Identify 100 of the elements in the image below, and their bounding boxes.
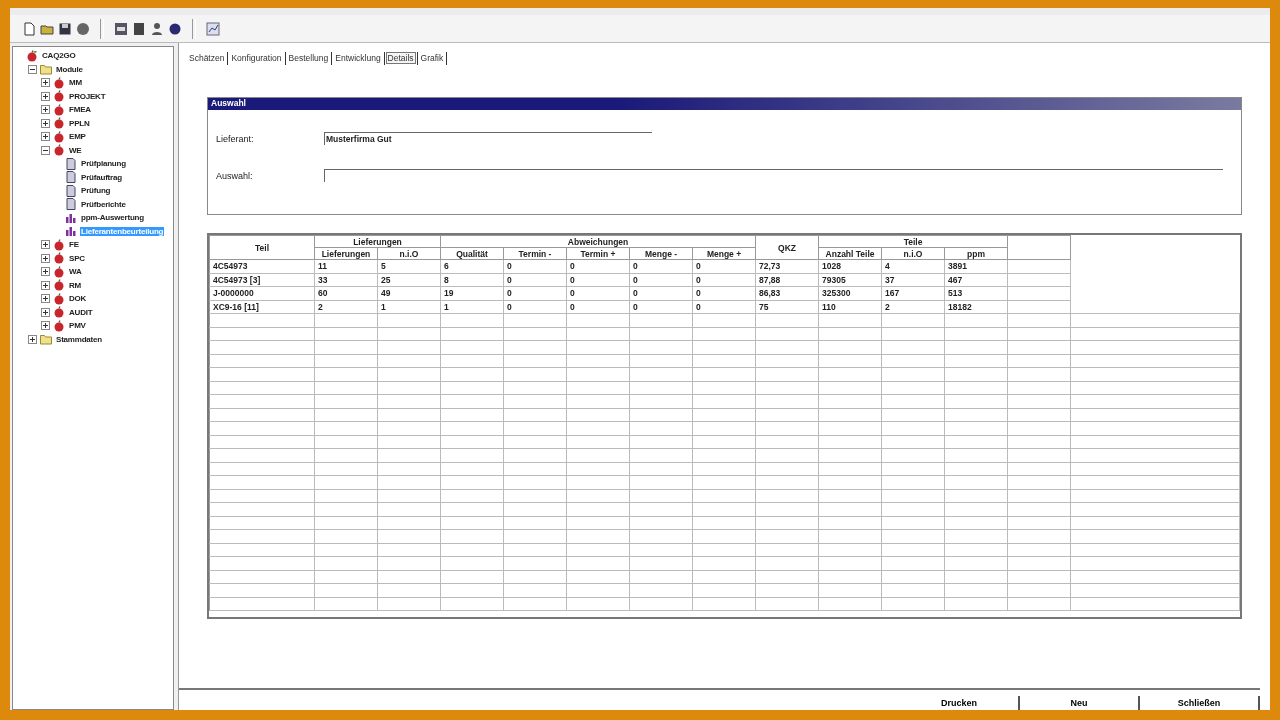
table-cell: 325300 — [818, 286, 882, 300]
table-cell: 60 — [314, 286, 378, 300]
column-header: Termin - — [503, 247, 567, 260]
tab[interactable]: Entwicklung — [333, 52, 383, 64]
input-field[interactable] — [324, 169, 1223, 182]
apple-icon — [53, 306, 65, 319]
table-cell: 86,83 — [755, 286, 819, 300]
tree-item[interactable]: WE — [68, 145, 83, 155]
column-group-header: Teile — [818, 235, 1008, 248]
table-cell: 6 — [440, 259, 504, 273]
tree-item[interactable]: MM — [68, 78, 83, 88]
save-icon[interactable] — [58, 21, 72, 36]
tab[interactable]: Konfiguration — [229, 52, 284, 64]
table-cell: XC9-16 [11] — [209, 300, 315, 314]
tree-item[interactable]: PPLN — [68, 118, 91, 128]
apple-icon — [53, 130, 65, 143]
tree-item[interactable]: CAQ2GO — [41, 51, 77, 61]
expander-icon[interactable] — [28, 334, 37, 344]
apple-icon — [53, 76, 65, 89]
expander-icon[interactable] — [41, 118, 50, 128]
tree-item[interactable]: AUDIT — [68, 307, 94, 317]
tree-item[interactable]: SPC — [68, 253, 86, 263]
expander-icon[interactable] — [41, 321, 50, 331]
tree-item[interactable]: PROJEKT — [68, 91, 107, 101]
tree-item[interactable]: ppm-Auswertung — [80, 213, 145, 223]
tree-item[interactable]: FMEA — [68, 105, 92, 115]
table-cell: 2 — [314, 300, 378, 314]
column-group-header: Abweichungen — [440, 235, 756, 248]
expander-icon[interactable] — [41, 307, 50, 317]
expander-icon[interactable] — [28, 64, 37, 74]
table-cell: 79305 — [818, 273, 882, 287]
table-cell: 0 — [503, 259, 567, 273]
table-cell: 110 — [818, 300, 882, 314]
tree-item[interactable]: EMP — [68, 132, 87, 142]
tab[interactable]: Grafik — [418, 52, 446, 64]
expander-icon[interactable] — [41, 145, 50, 155]
column-header: Menge - — [629, 247, 693, 260]
tree-item[interactable]: Prüfplanung — [80, 159, 127, 169]
action-button[interactable]: Schließen — [1140, 696, 1260, 710]
tree-item[interactable]: FE — [68, 240, 80, 250]
tree-item[interactable]: PMV — [68, 321, 87, 331]
tree-item[interactable]: DOK — [68, 294, 88, 304]
table-cell: 8 — [440, 273, 504, 287]
expander-icon[interactable] — [41, 294, 50, 304]
tab[interactable]: Details — [385, 52, 416, 64]
document-icon — [65, 171, 77, 184]
tree-item[interactable]: Module — [55, 64, 84, 74]
table-cell: 0 — [692, 273, 756, 287]
expander-icon[interactable] — [41, 280, 50, 290]
column-header: Qualität — [440, 247, 504, 260]
table-cell: 25 — [377, 273, 441, 287]
apple-icon — [53, 279, 65, 292]
apple-icon — [53, 117, 65, 130]
column-header: Teil — [209, 235, 315, 260]
users-icon[interactable] — [150, 21, 164, 36]
apple-icon — [26, 49, 38, 62]
expander-icon[interactable] — [41, 91, 50, 101]
table-cell: 467 — [944, 273, 1008, 287]
tree-item[interactable]: Prüfauftrag — [80, 172, 123, 182]
table-cell: 87,88 — [755, 273, 819, 287]
document-icon — [65, 157, 77, 170]
apple-icon — [53, 144, 65, 157]
expander-icon[interactable] — [41, 267, 50, 277]
document-icon — [65, 184, 77, 197]
new-icon[interactable] — [22, 21, 36, 36]
expander-icon[interactable] — [41, 240, 50, 250]
table-cell: 1 — [440, 300, 504, 314]
column-header: n.i.O — [377, 247, 441, 260]
column-header: Anzahl Teile — [818, 247, 882, 260]
tree-item[interactable]: WA — [68, 267, 83, 277]
tab[interactable]: Bestellung — [286, 52, 331, 64]
tree-item[interactable]: Stammdaten — [55, 334, 103, 344]
table-cell: 0 — [629, 273, 693, 287]
expander-icon[interactable] — [41, 253, 50, 263]
tab[interactable]: Schätzen — [187, 52, 227, 64]
table-cell: 0 — [566, 300, 630, 314]
column-header: n.i.O — [881, 247, 945, 260]
table-cell: 0 — [629, 259, 693, 273]
chart-icon[interactable] — [206, 21, 220, 36]
table-cell: 11 — [314, 259, 378, 273]
tree-item[interactable]: RM — [68, 280, 83, 290]
table-cell: 0 — [692, 259, 756, 273]
report-icon[interactable] — [114, 21, 128, 36]
table-cell: J-0000000 — [209, 286, 315, 300]
action-button[interactable]: Neu — [1020, 696, 1140, 710]
input-field[interactable]: Musterfirma Gut — [324, 132, 652, 145]
table-cell: 3891 — [944, 259, 1008, 273]
column-header: Lieferungen — [314, 247, 378, 260]
folder-icon — [40, 63, 52, 76]
expander-icon[interactable] — [41, 78, 50, 88]
expander-icon[interactable] — [41, 132, 50, 142]
tree-item[interactable]: Prüfberichte — [80, 199, 127, 209]
apple-icon — [53, 292, 65, 305]
table-cell: 0 — [503, 300, 567, 314]
table-cell: 0 — [503, 273, 567, 287]
table-cell: 1028 — [818, 259, 882, 273]
action-button[interactable]: Drucken — [900, 696, 1020, 710]
tree-item[interactable]: Prüfung — [80, 186, 112, 196]
table-cell: 49 — [377, 286, 441, 300]
expander-icon[interactable] — [41, 105, 50, 115]
